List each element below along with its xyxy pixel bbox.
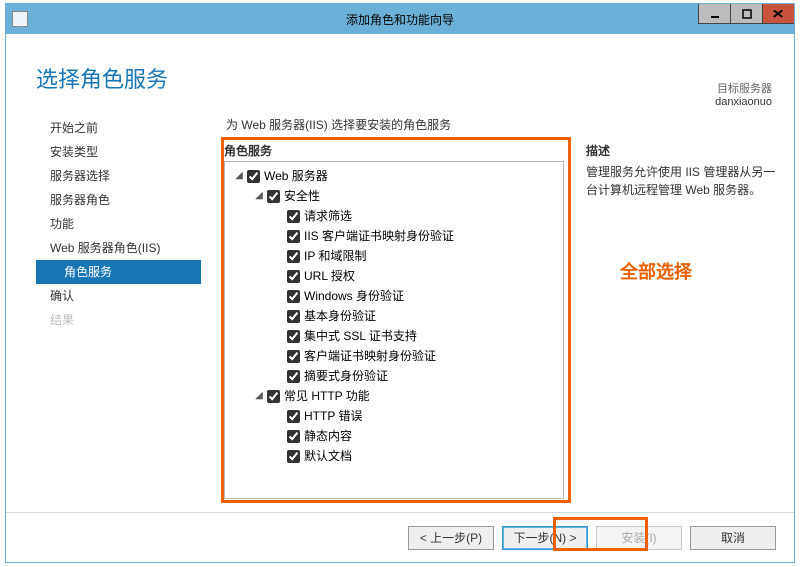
target-label: 目标服务器 <box>715 80 772 96</box>
close-button[interactable]: ✕ <box>762 4 794 24</box>
cancel-button[interactable]: 取消 <box>690 526 776 550</box>
page-title: 选择角色服务 <box>36 62 764 94</box>
tree-node[interactable]: HTTP 错误 <box>227 406 561 426</box>
footer: < 上一步(P) 下一步(N) > 安装(I) 取消 <box>6 512 794 562</box>
tree-checkbox[interactable] <box>287 230 300 243</box>
description-pane: 描述 管理服务允许使用 IIS 管理器从另一台计算机远程管理 Web 服务器。 <box>586 142 776 199</box>
tree-node[interactable]: ◢ 常见 HTTP 功能 <box>227 386 561 406</box>
next-button[interactable]: 下一步(N) > <box>502 526 588 550</box>
install-button[interactable]: 安装(I) <box>596 526 682 550</box>
nav-item[interactable]: 服务器选择 <box>36 164 201 188</box>
tree-checkbox[interactable] <box>287 430 300 443</box>
nav-item[interactable]: 安装类型 <box>36 140 201 164</box>
tree-checkbox[interactable] <box>247 170 260 183</box>
nav-item[interactable]: 角色服务 <box>36 260 201 284</box>
tree-checkbox[interactable] <box>287 330 300 343</box>
window-controls: ✕ <box>698 4 794 34</box>
previous-button[interactable]: < 上一步(P) <box>408 526 494 550</box>
left-nav: 开始之前安装类型服务器选择服务器角色功能Web 服务器角色(IIS)角色服务确认… <box>36 116 201 332</box>
expander-icon[interactable]: ◢ <box>253 386 265 406</box>
tree-node-label: Web 服务器 <box>264 166 328 186</box>
tree-node-label: 默认文档 <box>304 446 352 466</box>
tree-node[interactable]: 默认文档 <box>227 446 561 466</box>
tree-node[interactable]: IIS 客户端证书映射身份验证 <box>227 226 561 246</box>
target-server-name: danxiaonuo <box>715 96 772 108</box>
tree-node[interactable]: Windows 身份验证 <box>227 286 561 306</box>
tree-node[interactable]: 客户端证书映射身份验证 <box>227 346 561 366</box>
tree-checkbox[interactable] <box>287 370 300 383</box>
tree-node-label: IP 和域限制 <box>304 246 366 266</box>
tree-checkbox[interactable] <box>287 310 300 323</box>
tree-checkbox[interactable] <box>267 390 280 403</box>
tree-node-label: 请求筛选 <box>304 206 352 226</box>
tree-node-label: 静态内容 <box>304 426 352 446</box>
minimize-button[interactable] <box>698 4 730 24</box>
tree-node-label: HTTP 错误 <box>304 406 362 426</box>
tree-node-label: 摘要式身份验证 <box>304 366 388 386</box>
maximize-icon <box>742 9 752 19</box>
wizard-window: 添加角色和功能向导 ✕ 选择角色服务 目标服务器 danxiaonuo 为 We… <box>5 3 795 563</box>
expander-icon[interactable]: ◢ <box>233 166 245 186</box>
titlebar: 添加角色和功能向导 ✕ <box>6 4 794 34</box>
tree-node-label: IIS 客户端证书映射身份验证 <box>304 226 454 246</box>
target-server-box: 目标服务器 danxiaonuo <box>715 80 772 108</box>
description-title: 描述 <box>586 142 776 159</box>
tree-checkbox[interactable] <box>287 410 300 423</box>
tree-node-label: 集中式 SSL 证书支持 <box>304 326 417 346</box>
description-text: 管理服务允许使用 IIS 管理器从另一台计算机远程管理 Web 服务器。 <box>586 163 776 199</box>
tree-node-label: 常见 HTTP 功能 <box>284 386 370 406</box>
header: 选择角色服务 目标服务器 danxiaonuo <box>6 34 794 102</box>
tree-checkbox[interactable] <box>287 290 300 303</box>
tree-node-label: Windows 身份验证 <box>304 286 404 306</box>
nav-item[interactable]: 开始之前 <box>36 116 201 140</box>
tree-node-label: 安全性 <box>284 186 320 206</box>
role-services-tree[interactable]: ◢Web 服务器◢安全性请求筛选IIS 客户端证书映射身份验证IP 和域限制UR… <box>224 161 564 499</box>
tree-checkbox[interactable] <box>287 250 300 263</box>
nav-item[interactable]: 服务器角色 <box>36 188 201 212</box>
expander-icon[interactable]: ◢ <box>253 186 265 206</box>
center-pane: 角色服务 ◢Web 服务器◢安全性请求筛选IIS 客户端证书映射身份验证IP 和… <box>224 142 570 502</box>
tree-node[interactable]: 静态内容 <box>227 426 561 446</box>
tree-node[interactable]: 集中式 SSL 证书支持 <box>227 326 561 346</box>
nav-item[interactable]: Web 服务器角色(IIS) <box>36 236 201 260</box>
tree-node-label: 基本身份验证 <box>304 306 376 326</box>
window-title: 添加角色和功能向导 <box>6 11 794 28</box>
tree-node-label: 客户端证书映射身份验证 <box>304 346 436 366</box>
nav-item[interactable]: 确认 <box>36 284 201 308</box>
tree-node[interactable]: 摘要式身份验证 <box>227 366 561 386</box>
nav-item[interactable]: 功能 <box>36 212 201 236</box>
app-icon <box>12 11 28 27</box>
tree-node[interactable]: ◢ 安全性 <box>227 186 561 206</box>
annotation-select-all: 全部选择 <box>620 258 692 284</box>
tree-node[interactable]: URL 授权 <box>227 266 561 286</box>
nav-item[interactable]: 结果 <box>36 308 201 332</box>
tree-node[interactable]: 请求筛选 <box>227 206 561 226</box>
tree-node[interactable]: IP 和域限制 <box>227 246 561 266</box>
tree-checkbox[interactable] <box>287 350 300 363</box>
maximize-button[interactable] <box>730 4 762 24</box>
tree-node-label: URL 授权 <box>304 266 355 286</box>
tree-checkbox[interactable] <box>267 190 280 203</box>
minimize-icon <box>710 9 720 19</box>
tree-checkbox[interactable] <box>287 270 300 283</box>
tree-node[interactable]: ◢ Web 服务器 <box>227 166 561 186</box>
tree-checkbox[interactable] <box>287 450 300 463</box>
tree-checkbox[interactable] <box>287 210 300 223</box>
tree-group-label: 角色服务 <box>224 142 570 159</box>
instruction-text: 为 Web 服务器(IIS) 选择要安装的角色服务 <box>226 116 451 133</box>
tree-node[interactable]: 基本身份验证 <box>227 306 561 326</box>
close-icon: ✕ <box>772 7 785 21</box>
